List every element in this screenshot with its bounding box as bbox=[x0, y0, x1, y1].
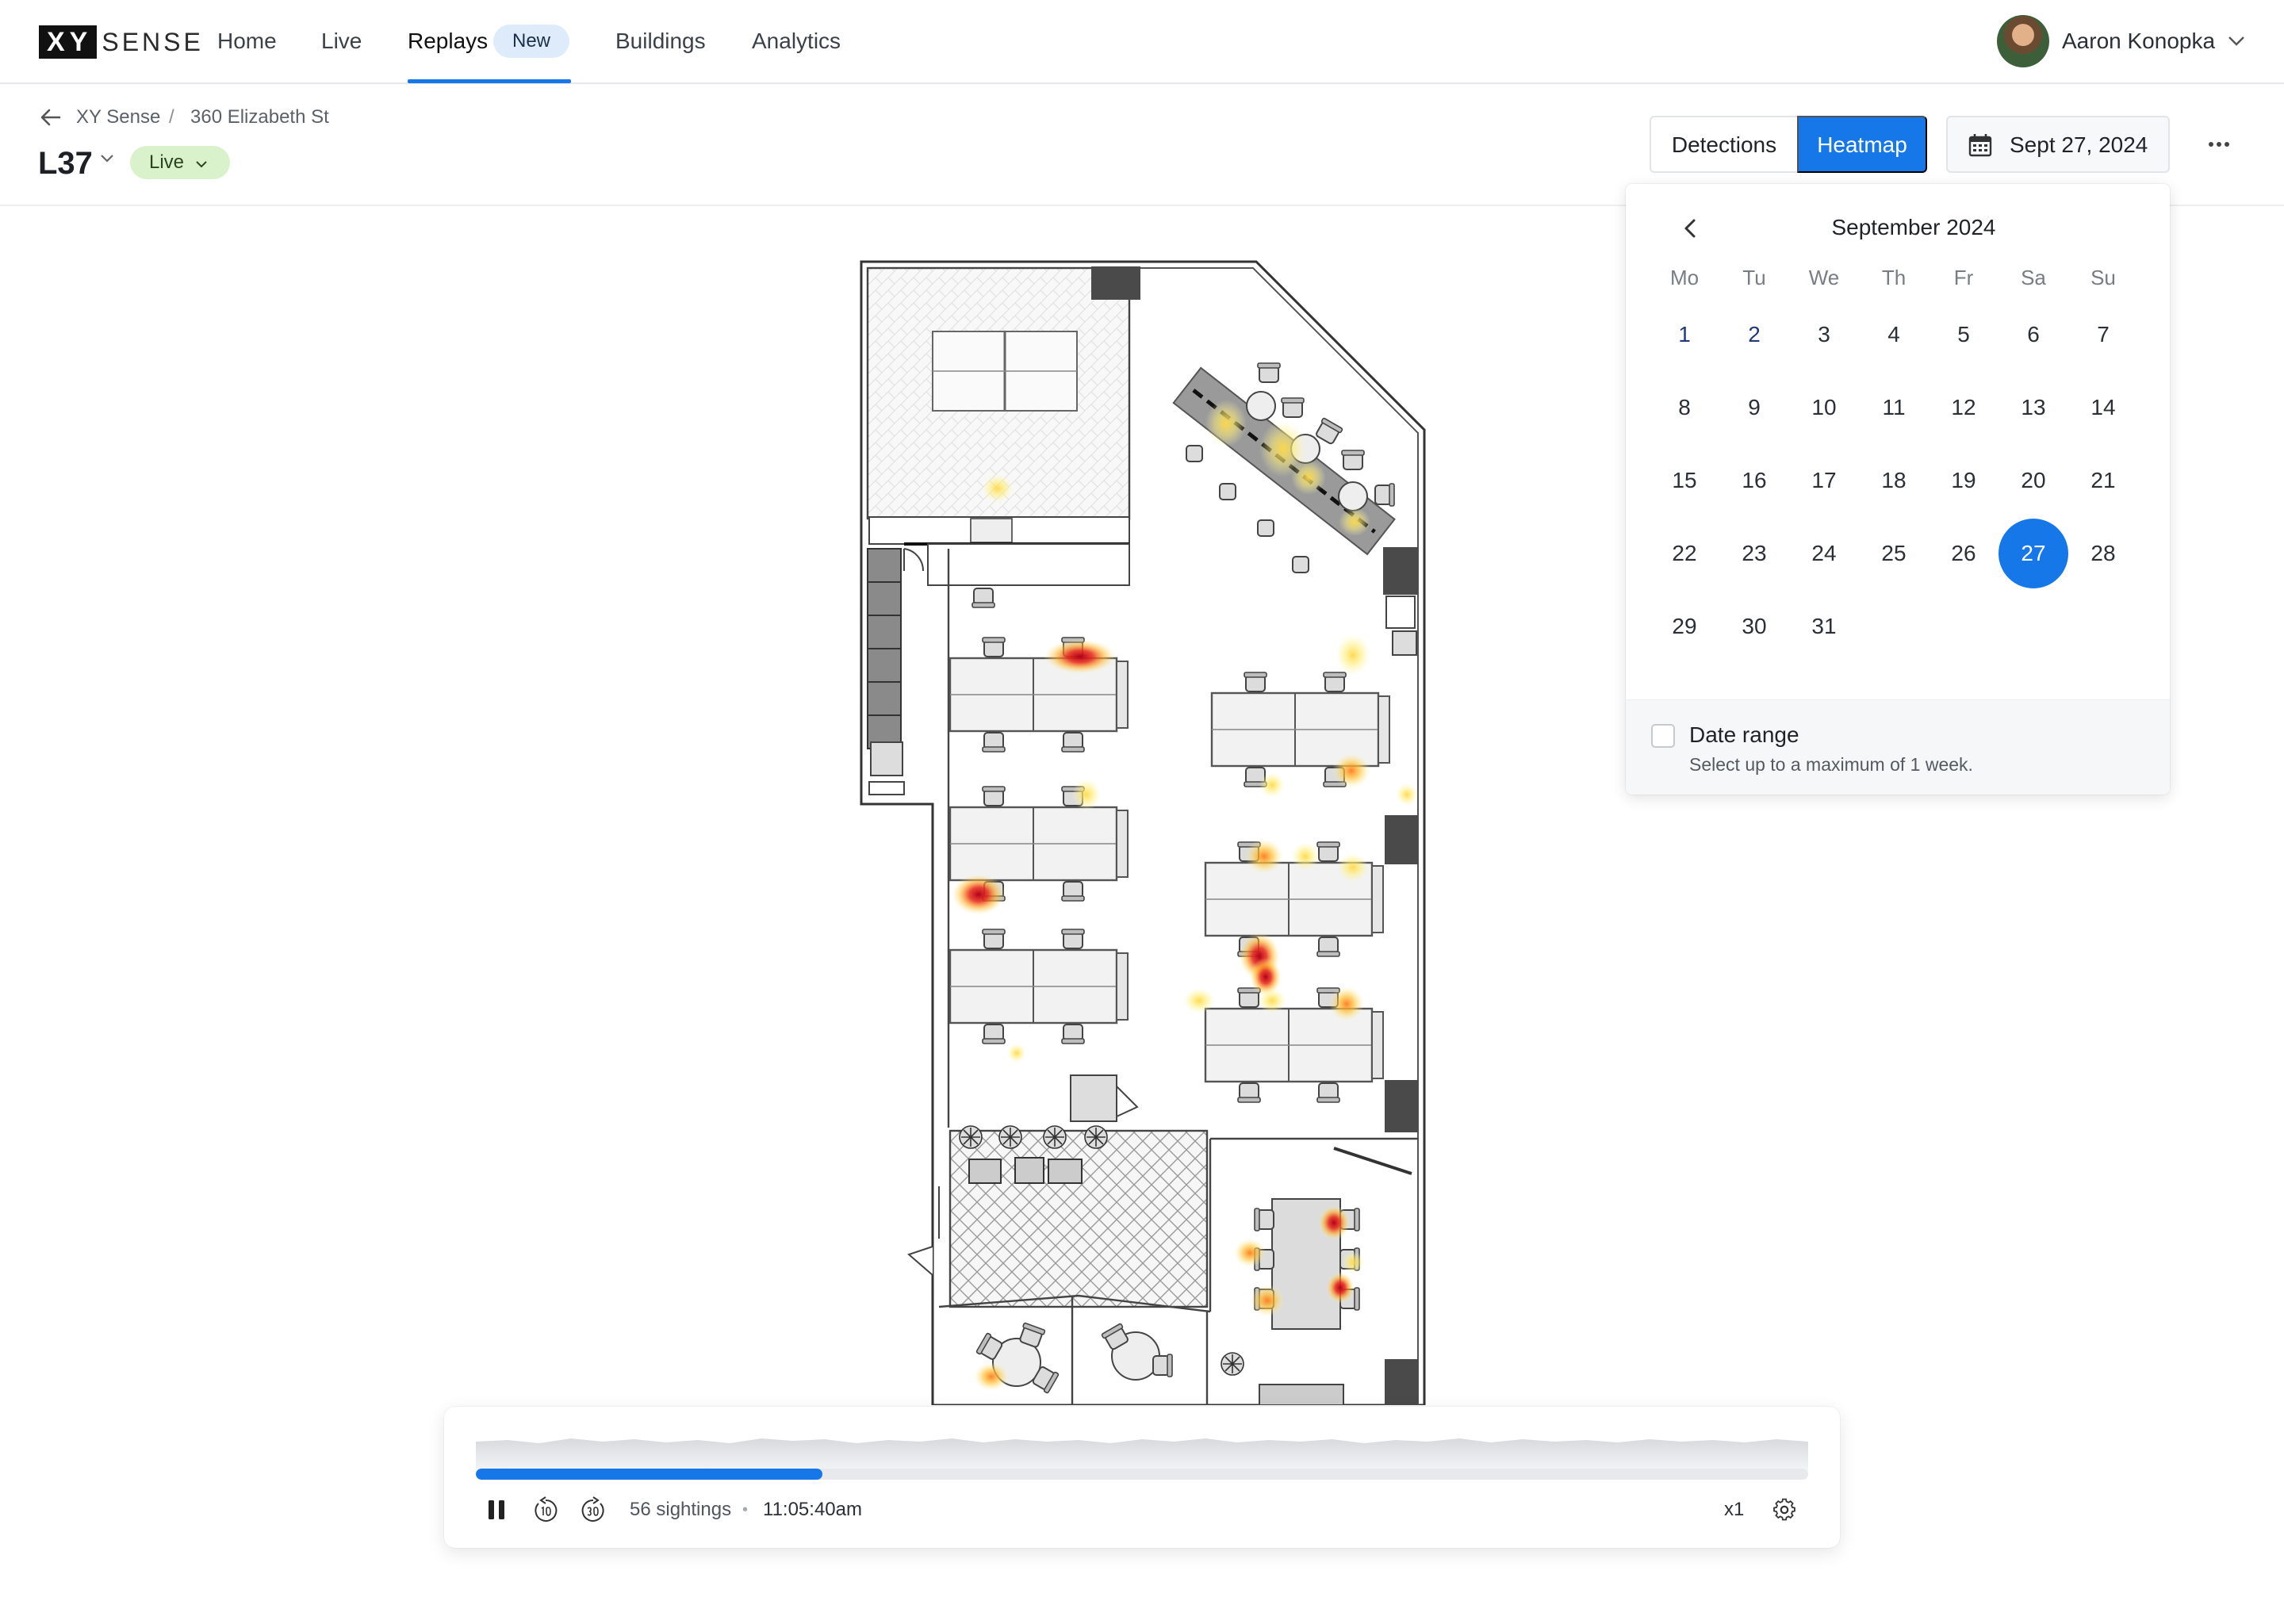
new-badge: New bbox=[493, 25, 569, 58]
calendar-day[interactable]: 28 bbox=[2068, 519, 2138, 588]
live-status-dropdown[interactable]: Live bbox=[130, 146, 230, 179]
weekday-label: Fr bbox=[1953, 266, 1974, 289]
chevron-down-icon bbox=[192, 158, 208, 171]
calendar-day[interactable]: 9 bbox=[1719, 373, 1789, 442]
calendar-day[interactable]: 26 bbox=[1929, 519, 1998, 588]
avatar bbox=[1997, 15, 2049, 67]
calendar-day[interactable]: 23 bbox=[1719, 519, 1789, 588]
calendar-day[interactable]: 30 bbox=[1719, 592, 1789, 661]
calendar-day[interactable]: 19 bbox=[1929, 446, 1998, 515]
date-picker-button[interactable]: Sept 27, 2024 bbox=[1946, 116, 2170, 173]
nav-live[interactable]: Live bbox=[321, 22, 362, 60]
breadcrumb-building[interactable]: 360 Elizabeth St bbox=[190, 105, 329, 130]
calendar-day[interactable]: 31 bbox=[1789, 592, 1859, 661]
calendar-day[interactable]: 13 bbox=[1998, 373, 2068, 442]
calendar-day[interactable]: 20 bbox=[1998, 446, 2068, 515]
user-name: Aaron Konopka bbox=[2062, 29, 2216, 53]
weekday-label: Tu bbox=[1742, 266, 1766, 289]
calendar-day[interactable]: 3 bbox=[1789, 300, 1859, 370]
calendar-day[interactable]: 21 bbox=[2068, 446, 2138, 515]
weekday-label: We bbox=[1808, 266, 1840, 289]
chevron-down-icon[interactable] bbox=[100, 151, 114, 167]
replay-player: 56 sightings • 11:05:40am x1 bbox=[444, 1407, 1840, 1548]
weekday-label: Th bbox=[1881, 266, 1907, 289]
weekday-label: Sa bbox=[2021, 266, 2046, 289]
nav-buildings[interactable]: Buildings bbox=[615, 22, 706, 60]
chevron-down-icon bbox=[2228, 31, 2245, 52]
logo-text: SENSE bbox=[102, 28, 204, 56]
forward-30-icon[interactable] bbox=[577, 1491, 609, 1529]
calendar-day[interactable]: 29 bbox=[1650, 592, 1719, 661]
selected-date-label: Sept 27, 2024 bbox=[2010, 132, 2148, 157]
calendar-day[interactable]: 10 bbox=[1789, 373, 1859, 442]
calendar-icon bbox=[1968, 134, 1992, 157]
pause-icon[interactable] bbox=[481, 1491, 512, 1529]
sightings-count: 56 sightings bbox=[630, 1499, 732, 1520]
calendar-day[interactable]: 18 bbox=[1859, 446, 1929, 515]
calendar-day[interactable]: 11 bbox=[1859, 373, 1929, 442]
calendar-day[interactable]: 15 bbox=[1650, 446, 1719, 515]
top-navigation: XY SENSE Home Live Replays New Buildings… bbox=[0, 0, 2284, 84]
calendar-day[interactable]: 8 bbox=[1650, 373, 1719, 442]
arrow-left-icon[interactable] bbox=[38, 105, 63, 130]
calendar-day[interactable]: 14 bbox=[2068, 373, 2138, 442]
calendar-day[interactable]: 6 bbox=[1998, 300, 2068, 370]
playback-time: 11:05:40am bbox=[763, 1499, 862, 1520]
calendar-day[interactable]: 1 bbox=[1650, 300, 1719, 370]
playback-speed[interactable]: x1 bbox=[1724, 1492, 1744, 1527]
detections-toggle[interactable]: Detections bbox=[1650, 116, 1797, 173]
calendar-day[interactable]: 16 bbox=[1719, 446, 1789, 515]
weekday-label: Mo bbox=[1669, 266, 1700, 289]
date-range-hint: Select up to a maximum of 1 week. bbox=[1689, 754, 1973, 775]
rewind-10-icon[interactable] bbox=[530, 1491, 561, 1529]
breadcrumb-separator: / bbox=[169, 106, 174, 128]
separator-dot: • bbox=[742, 1501, 749, 1519]
calendar-day[interactable]: 27 bbox=[1998, 519, 2068, 588]
date-range-label: Date range bbox=[1689, 722, 1799, 747]
floor-selector[interactable]: L37 bbox=[38, 141, 93, 186]
nav-analytics[interactable]: Analytics bbox=[752, 22, 841, 60]
weekday-label: Su bbox=[2090, 266, 2116, 289]
calendar-day[interactable]: 4 bbox=[1859, 300, 1929, 370]
gear-icon[interactable] bbox=[1769, 1491, 1800, 1529]
xy-sense-logo[interactable]: XY SENSE bbox=[39, 25, 204, 59]
live-status-label: Live bbox=[149, 151, 185, 173]
date-range-checkbox[interactable] bbox=[1651, 724, 1675, 748]
calendar-day[interactable]: 17 bbox=[1789, 446, 1859, 515]
calendar-popup: September 2024 Mo Tu We Th Fr Sa Su 1234567891… bbox=[1626, 184, 2170, 795]
more-horizontal-icon[interactable] bbox=[2202, 127, 2236, 162]
calendar-day[interactable]: 5 bbox=[1929, 300, 1998, 370]
calendar-day[interactable]: 2 bbox=[1719, 300, 1789, 370]
calendar-month-title: September 2024 bbox=[1831, 215, 1996, 239]
timeline-progress bbox=[476, 1469, 822, 1480]
nav-replays[interactable]: Replays bbox=[408, 22, 488, 60]
breadcrumb-org[interactable]: XY Sense bbox=[76, 105, 160, 130]
timeline-scrubber[interactable] bbox=[476, 1469, 1808, 1480]
logo-mark: XY bbox=[39, 25, 98, 59]
calendar-day[interactable]: 12 bbox=[1929, 373, 1998, 442]
date-range-section: Date range Select up to a maximum of 1 w… bbox=[1626, 699, 2170, 795]
calendar-day[interactable]: 22 bbox=[1650, 519, 1719, 588]
nav-home[interactable]: Home bbox=[217, 22, 277, 60]
activity-waveform[interactable] bbox=[476, 1423, 1808, 1472]
heatmap-toggle[interactable]: Heatmap bbox=[1797, 116, 1927, 173]
active-tab-indicator bbox=[408, 79, 571, 83]
calendar-day[interactable]: 25 bbox=[1859, 519, 1929, 588]
user-menu[interactable]: Aaron Konopka bbox=[1997, 14, 2245, 68]
calendar-day[interactable]: 7 bbox=[2068, 300, 2138, 370]
calendar-day[interactable]: 24 bbox=[1789, 519, 1859, 588]
